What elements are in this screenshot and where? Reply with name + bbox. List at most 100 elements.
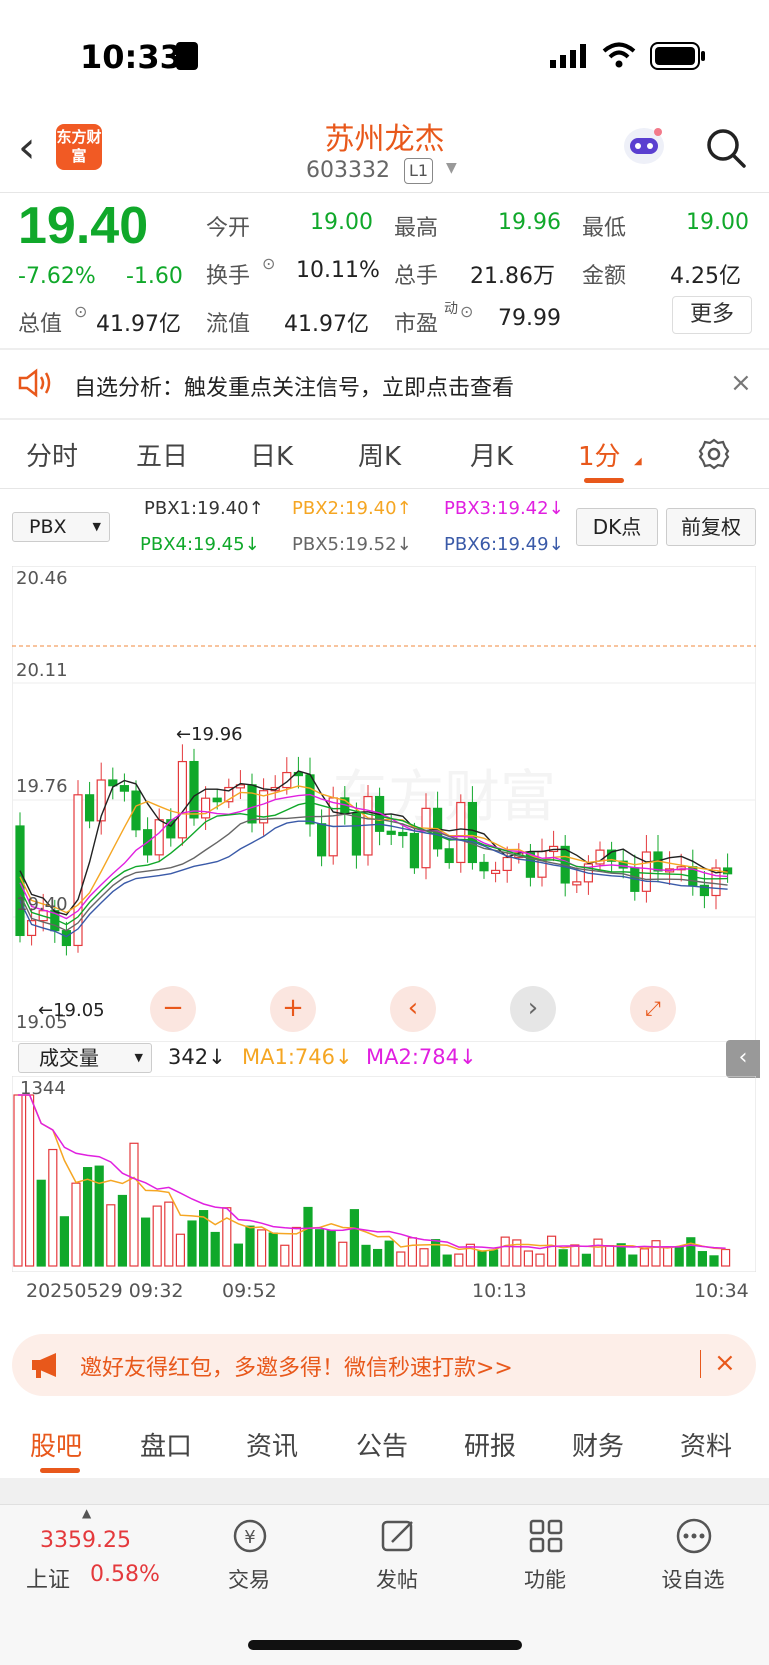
nav-post[interactable]: 发帖	[352, 1564, 442, 1594]
apps-icon[interactable]	[526, 1516, 566, 1556]
tab-news[interactable]: 资讯	[246, 1426, 298, 1463]
volume-bar	[245, 1225, 255, 1267]
tab-profile[interactable]: 资料	[680, 1426, 732, 1463]
tab-dropdown-icon[interactable]: ◢	[634, 456, 642, 467]
candle	[409, 832, 419, 869]
nav-functions[interactable]: 功能	[500, 1564, 590, 1594]
volume-bar	[59, 1216, 70, 1267]
volume-bar	[338, 1241, 348, 1267]
speaker-icon	[18, 368, 51, 398]
high-label: 最高	[394, 216, 439, 241]
trade-icon[interactable]: ¥	[230, 1516, 270, 1556]
tab-finance[interactable]: 财务	[572, 1426, 624, 1463]
high-value: 19.96	[498, 210, 561, 235]
zoom-out-button[interactable]: −	[150, 986, 196, 1032]
volume-max-label: 1344	[20, 1078, 66, 1099]
collapse-up-icon[interactable]: ▲	[82, 1506, 91, 1520]
volume-bar	[326, 1229, 336, 1267]
status-time: 10:33	[80, 38, 182, 76]
more-dots-icon[interactable]	[674, 1516, 714, 1556]
volume-bar	[94, 1165, 104, 1267]
volume-bar	[546, 1235, 557, 1267]
post-edit-icon[interactable]	[378, 1516, 418, 1556]
volume-bar	[25, 1094, 35, 1267]
wifi-icon	[602, 42, 636, 68]
volume-bar	[349, 1209, 359, 1267]
volume-bar	[662, 1246, 673, 1267]
candle	[444, 848, 454, 864]
volume-bar	[709, 1255, 719, 1267]
close-icon[interactable]: ×	[714, 1348, 736, 1378]
close-icon[interactable]: ×	[730, 368, 752, 398]
candle	[212, 797, 222, 803]
volume-bar	[210, 1231, 220, 1267]
collapse-panel-button[interactable]: ‹	[726, 1040, 760, 1078]
info-icon[interactable]: ⊙	[460, 302, 473, 321]
dropdown-icon: ▼	[92, 520, 101, 533]
robot-assistant-icon[interactable]	[620, 124, 668, 168]
volume-select[interactable]: 成交量 ▼	[18, 1043, 152, 1073]
volume-bar	[720, 1248, 731, 1267]
volume-bar	[361, 1244, 371, 1267]
nav-trade[interactable]: 交易	[204, 1564, 294, 1594]
candle	[177, 760, 187, 839]
current-price: 19.40	[18, 197, 149, 255]
candlestick-chart[interactable]: 东方财富	[12, 566, 756, 1042]
promo-text[interactable]: 邀好友得红包，多邀多得！微信秒速打款>>	[80, 1350, 513, 1382]
volume-value: 342↓	[168, 1045, 226, 1069]
signal-icon	[550, 44, 586, 68]
adjust-mode-button[interactable]: 前复权	[666, 508, 756, 546]
volume-bar	[71, 1182, 81, 1267]
tab-research[interactable]: 研报	[464, 1426, 516, 1463]
time-label: 20250529 09:32	[26, 1280, 184, 1302]
scroll-right-button[interactable]: ›	[510, 986, 556, 1032]
settings-gear-icon[interactable]	[698, 438, 730, 470]
candle	[456, 801, 466, 864]
nav-add-watchlist[interactable]: 设自选	[648, 1564, 738, 1594]
home-indicator	[248, 1640, 522, 1650]
volume-bar	[535, 1253, 545, 1267]
indicator-select[interactable]: PBX ▼	[12, 512, 110, 542]
change-amount: -1.60	[126, 264, 183, 289]
volume-bar	[558, 1249, 568, 1267]
volume-chart[interactable]	[12, 1076, 756, 1272]
candle	[641, 851, 652, 892]
volume-bar	[315, 1229, 325, 1267]
tab-intraday[interactable]: 分时	[26, 436, 78, 473]
tab-1min[interactable]: 1分	[578, 436, 621, 473]
volume-bar	[233, 1243, 243, 1267]
more-button[interactable]: 更多	[672, 296, 752, 334]
notice-text[interactable]: 自选分析：触发重点关注信号，立即点击查看	[74, 370, 514, 402]
tab-5day[interactable]: 五日	[136, 436, 188, 473]
volume-bar	[373, 1248, 383, 1267]
turnover-label: 换手	[206, 264, 251, 289]
info-icon[interactable]: ⊙	[262, 254, 275, 273]
volume-bar	[674, 1246, 684, 1267]
dk-point-button[interactable]: DK点	[576, 508, 658, 546]
volume-bar	[129, 1142, 139, 1267]
index-value[interactable]: 3359.25	[40, 1528, 131, 1553]
pbx4-value: PBX4:19.45↓	[140, 534, 260, 555]
tab-announcement[interactable]: 公告	[356, 1426, 408, 1463]
fullscreen-icon[interactable]: ⤢	[630, 986, 676, 1032]
candle	[201, 797, 211, 819]
volume-bar	[454, 1253, 464, 1267]
level-dropdown-icon[interactable]: ▼	[446, 160, 457, 176]
info-icon[interactable]: ⊙	[74, 302, 87, 321]
tab-daily-k[interactable]: 日K	[250, 436, 293, 473]
search-icon[interactable]	[704, 126, 748, 170]
amount-value: 4.25亿	[670, 264, 741, 289]
tab-pankou[interactable]: 盘口	[140, 1426, 192, 1463]
float-value: 41.97亿	[284, 312, 369, 337]
volume-ma1: MA1:746↓	[242, 1045, 353, 1069]
candle	[479, 861, 489, 872]
volume-bar	[489, 1249, 499, 1267]
volume-bar	[651, 1240, 661, 1267]
scroll-left-button[interactable]: ‹	[390, 986, 436, 1032]
tab-weekly-k[interactable]: 周K	[358, 436, 401, 473]
pbx2-value: PBX2:19.40↑	[292, 498, 412, 519]
level-badge[interactable]: L1	[404, 158, 434, 184]
tab-guba[interactable]: 股吧	[30, 1426, 82, 1463]
tab-monthly-k[interactable]: 月K	[470, 436, 513, 473]
zoom-in-button[interactable]: +	[270, 986, 316, 1032]
